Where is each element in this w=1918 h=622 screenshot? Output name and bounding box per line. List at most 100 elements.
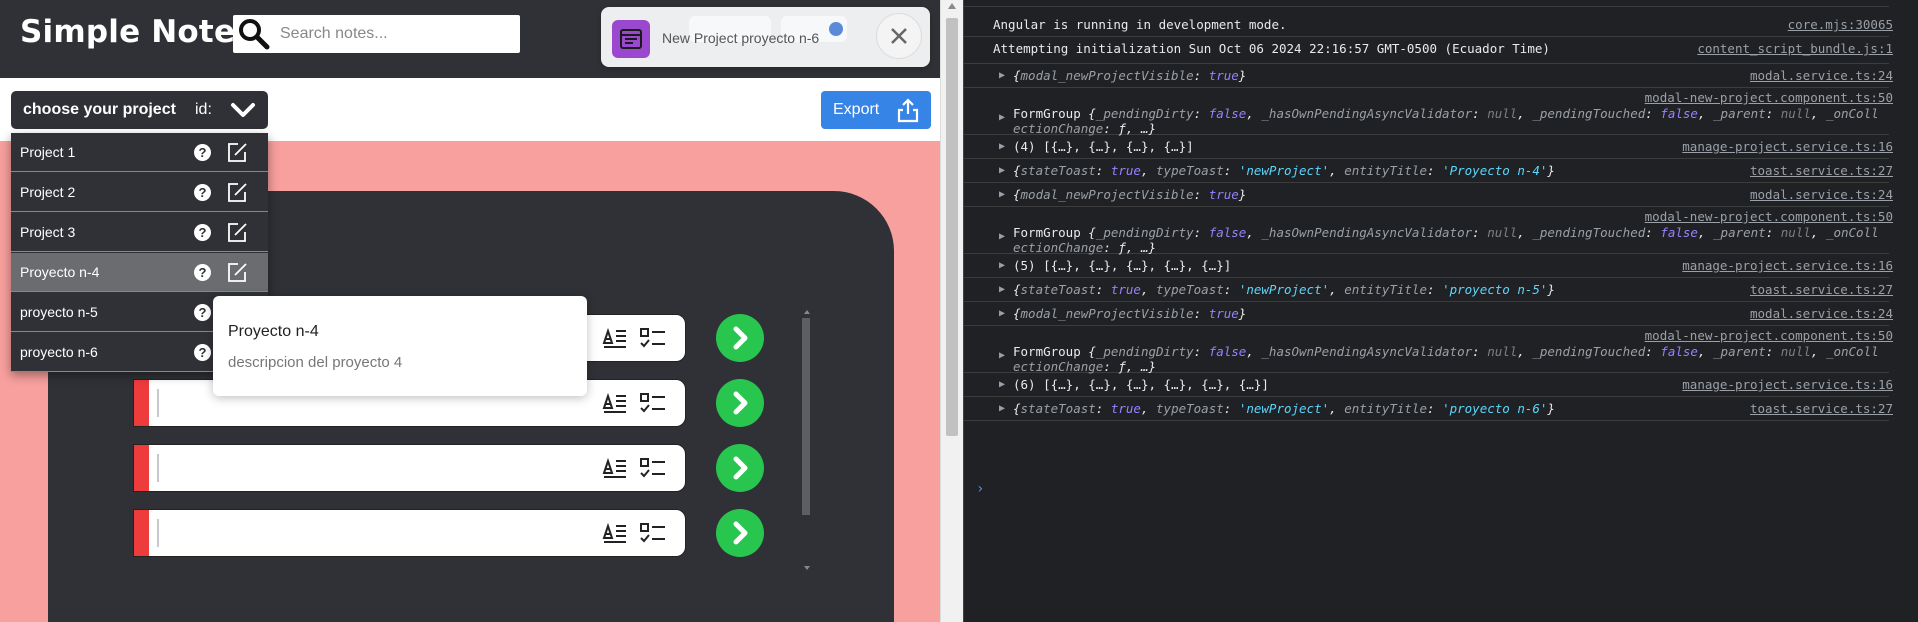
app-scroll-thumb[interactable] [946, 18, 958, 436]
export-button[interactable]: Export [821, 91, 931, 129]
console-token: null [1487, 106, 1518, 121]
note-input[interactable] [133, 509, 686, 557]
project-option-name: Project 1 [20, 144, 76, 160]
expand-arrow-icon[interactable]: ▶ [999, 112, 1005, 123]
note-row[interactable] [133, 509, 686, 557]
console-source-link[interactable]: modal-new-project.component.ts:50 [1645, 328, 1893, 343]
console-source-link[interactable]: toast.service.ts:27 [1750, 401, 1893, 416]
notes-scroll-thumb[interactable] [802, 318, 810, 515]
edit-icon[interactable] [226, 261, 248, 283]
expand-arrow-icon[interactable]: ▶ [999, 165, 1005, 176]
open-note-button[interactable] [716, 379, 764, 427]
console-source-link[interactable]: modal-new-project.component.ts:50 [1645, 209, 1893, 224]
chevron-down-icon[interactable] [230, 98, 256, 122]
project-selector[interactable]: choose your project id: [11, 91, 268, 129]
console-token: true [1110, 163, 1141, 178]
checklist-icon[interactable] [639, 522, 667, 546]
edit-icon[interactable] [226, 221, 248, 243]
expand-arrow-icon[interactable]: ▶ [999, 231, 1005, 242]
edit-icon[interactable] [226, 181, 248, 203]
console-token: stateToast [1020, 282, 1096, 297]
chevron-right-icon [733, 326, 748, 350]
console-message: Angular is running in development mode. c… [964, 13, 1893, 37]
console-token: FormGroup [1013, 106, 1081, 121]
project-option[interactable]: Proyecto n-4? [11, 253, 268, 292]
project-option-name: Project 3 [20, 224, 76, 240]
expand-arrow-icon[interactable]: ▶ [999, 379, 1005, 390]
console-token: _onColl [1825, 344, 1879, 359]
console-token: true [1208, 68, 1239, 83]
console-source-link[interactable]: content_script_bundle.js:1 [1697, 41, 1893, 56]
console-token: FormGroup [1013, 225, 1081, 240]
open-note-button[interactable] [716, 444, 764, 492]
console-token: _pendingTouched [1532, 344, 1646, 359]
checklist-icon[interactable] [639, 392, 667, 416]
checklist-icon[interactable] [639, 327, 667, 351]
note-row[interactable] [133, 444, 686, 492]
console-source-link[interactable]: modal.service.ts:24 [1750, 306, 1893, 321]
console-source-link[interactable]: toast.service.ts:27 [1750, 163, 1893, 178]
expand-arrow-icon[interactable]: ▶ [999, 70, 1005, 81]
project-option[interactable]: Project 3? [11, 213, 268, 252]
search-box[interactable] [233, 15, 520, 53]
expand-arrow-icon[interactable]: ▶ [999, 284, 1005, 295]
console-source-link[interactable]: modal.service.ts:24 [1750, 187, 1893, 202]
help-icon[interactable]: ? [194, 144, 211, 161]
expand-arrow-icon[interactable]: ▶ [999, 260, 1005, 271]
console-token: _parent [1713, 106, 1766, 121]
checklist-icon[interactable] [639, 457, 667, 481]
edit-icon[interactable] [226, 141, 248, 163]
expand-arrow-icon[interactable]: ▶ [999, 350, 1005, 361]
search-input[interactable] [278, 21, 512, 47]
console-source-link[interactable]: modal-new-project.component.ts:50 [1645, 90, 1893, 105]
project-option[interactable]: Project 2? [11, 173, 268, 212]
help-icon[interactable]: ? [194, 264, 211, 281]
console-token: false [1208, 344, 1247, 359]
text-format-icon[interactable] [602, 392, 628, 416]
help-icon[interactable]: ? [194, 304, 211, 321]
console-source-link[interactable]: manage-project.service.ts:16 [1682, 377, 1893, 392]
console-token: true [1110, 401, 1141, 416]
expand-arrow-icon[interactable]: ▶ [999, 403, 1005, 414]
text-format-icon[interactable] [602, 457, 628, 481]
console-source-link[interactable]: manage-project.service.ts:16 [1682, 258, 1893, 273]
open-note-button[interactable] [716, 314, 764, 362]
note-input[interactable] [133, 444, 686, 492]
app-scrollbar[interactable] [940, 0, 964, 622]
help-icon[interactable]: ? [194, 344, 211, 361]
console-token: null [1487, 225, 1518, 240]
text-format-icon[interactable] [602, 327, 628, 351]
console-token: typeToast [1156, 282, 1224, 297]
toast-close-button[interactable] [876, 13, 922, 59]
share-icon [897, 98, 919, 123]
help-icon[interactable]: ? [194, 224, 211, 241]
console-source-link[interactable]: core.mjs:30065 [1788, 17, 1893, 32]
expand-arrow-icon[interactable]: ▶ [999, 189, 1005, 200]
project-option-name: Proyecto n-4 [20, 264, 100, 280]
console-token: modal_newProjectVisible [1020, 68, 1194, 83]
text-caret [157, 389, 159, 417]
console-message: ▶ (4) [{…}, {…}, {…}, {…}] manage-project.… [964, 135, 1893, 159]
console-token: FormGroup [1013, 344, 1081, 359]
console-token: modal_newProjectVisible [1020, 306, 1194, 321]
console-source-link[interactable]: toast.service.ts:27 [1750, 282, 1893, 297]
scroll-up-arrow[interactable] [948, 3, 956, 9]
app-pane: Simple Notes New Project proyecto n-6 ch… [0, 0, 940, 622]
expand-arrow-icon[interactable]: ▶ [999, 141, 1005, 152]
console-token: typeToast [1156, 401, 1224, 416]
project-option[interactable]: Project 1? [11, 133, 268, 172]
console-token: _pendingTouched [1532, 225, 1646, 240]
expand-arrow-icon[interactable]: ▶ [999, 308, 1005, 319]
console-token: null [1487, 344, 1518, 359]
note-marker [134, 445, 149, 491]
console-source-link[interactable]: manage-project.service.ts:16 [1682, 139, 1893, 154]
console-message: ▶ (5) [{…}, {…}, {…}, {…}, {…}] manage-pro… [964, 254, 1893, 278]
text-format-icon[interactable] [602, 522, 628, 546]
console-prompt[interactable]: › [976, 481, 984, 497]
console-message: ▶ {stateToast: true, typeToast: 'newProje… [964, 278, 1893, 302]
open-note-button[interactable] [716, 509, 764, 557]
console-token: false [1660, 344, 1698, 359]
console-token: _hasOwnPendingAsyncValidator [1261, 225, 1473, 240]
console-source-link[interactable]: modal.service.ts:24 [1750, 68, 1893, 83]
help-icon[interactable]: ? [194, 184, 211, 201]
